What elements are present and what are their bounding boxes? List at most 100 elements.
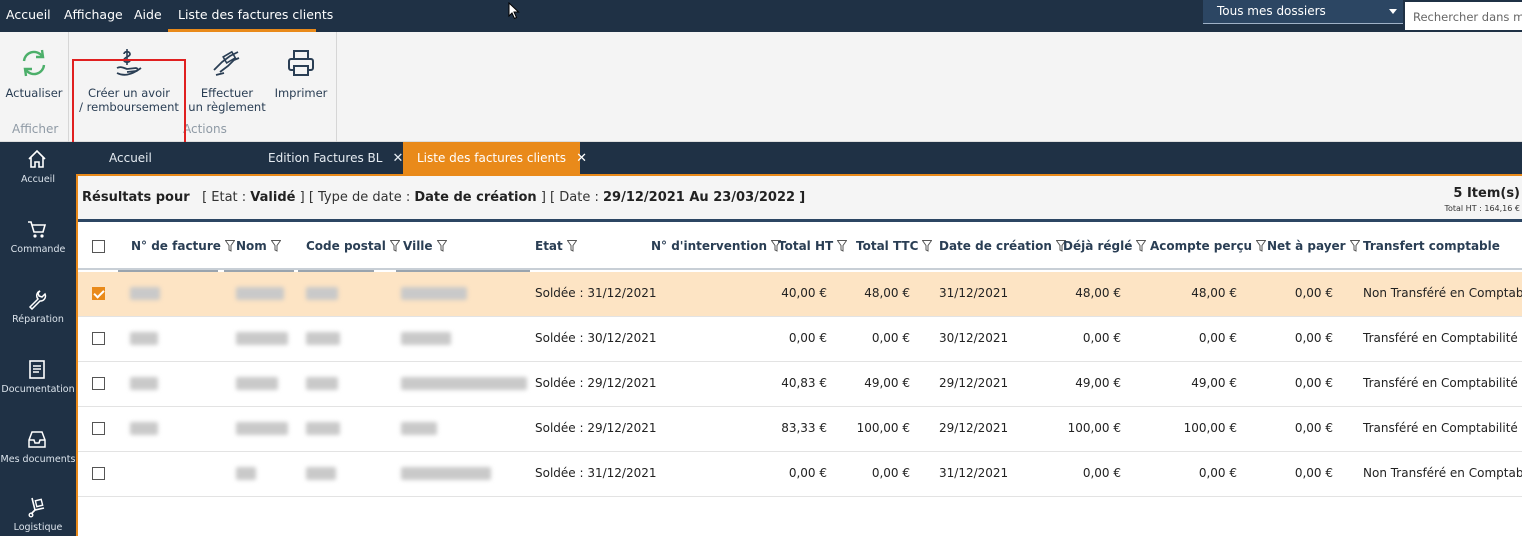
table-row[interactable]: Soldée : 29/12/2021 83,33 € 100,00 € 29/12/… [78, 407, 1522, 452]
total-ht-cell: 0,00 € [788, 466, 827, 480]
table-row[interactable]: Soldée : 31/12/2021 40,00 € 48,00 € 31/12/2… [78, 272, 1522, 317]
refresh-icon [22, 49, 46, 77]
net-a-payer-cell: 0,00 € [1294, 466, 1333, 480]
redacted-value [236, 422, 288, 435]
hand-truck-icon [28, 497, 45, 518]
row-checkbox[interactable] [92, 332, 105, 345]
imprimer-button[interactable]: Imprimer [270, 32, 332, 118]
table-header: N° de facture Nom Code postal Ville Etat N° d… [78, 224, 1522, 270]
etat-value: Validé [250, 190, 296, 205]
row-checkbox[interactable] [92, 467, 105, 480]
filter-icon[interactable] [436, 240, 448, 255]
dossier-select[interactable]: Tous mes dossiers [1203, 0, 1403, 24]
transfert-cell: Transféré en Comptabilité : 30/ [1363, 421, 1522, 435]
filter-icon[interactable] [1255, 240, 1267, 255]
column-header[interactable]: N° de facture [131, 239, 236, 255]
filter-icon[interactable] [921, 240, 933, 255]
type-label: ] [ Type de date : [299, 190, 411, 205]
column-header-label: Code postal [306, 239, 386, 253]
date-cell: 30/12/2021 [939, 331, 1009, 345]
deja-regle-cell: 48,00 € [1075, 286, 1121, 300]
total-ht-cell: 83,33 € [781, 421, 827, 435]
column-header[interactable]: Déjà réglé [1063, 239, 1147, 255]
acompte-cell: 0,00 € [1198, 466, 1237, 480]
close-icon[interactable]: ✕ [392, 143, 403, 175]
tab-accueil[interactable]: Accueil [109, 142, 152, 174]
column-header-label: Total HT [778, 239, 834, 253]
tab-liste-factures[interactable]: Liste des factures clients ✕ [403, 142, 587, 174]
redacted-value [401, 332, 451, 345]
row-checkbox[interactable] [92, 287, 105, 300]
ribbon-toolbar: Actualiser Créer un avoir / remboursemen… [0, 32, 1522, 160]
column-header-label: Ville [403, 239, 433, 253]
close-icon[interactable]: ✕ [576, 143, 587, 175]
content-panel: Résultats pour [ Etat : Validé ] [ Type … [76, 174, 1522, 536]
menu-accueil[interactable]: Accueil [6, 0, 51, 32]
column-header[interactable]: Etat [535, 239, 578, 255]
total-ht-cell: 40,00 € [781, 286, 827, 300]
table-row[interactable]: Soldée : 30/12/2021 0,00 € 0,00 € 30/12/202… [78, 317, 1522, 362]
date-cell: 29/12/2021 [939, 421, 1009, 435]
filter-icon[interactable] [1349, 240, 1361, 255]
column-divider [396, 270, 530, 272]
effectuer-reglement-button[interactable]: Effectuer un règlement [188, 32, 266, 118]
column-header[interactable]: Total TTC [856, 239, 933, 255]
filter-icon[interactable] [389, 240, 401, 255]
tab-edition-factures[interactable]: Edition Factures BL ✕ [268, 142, 403, 174]
menu-liste-factures[interactable]: Liste des factures clients [168, 0, 333, 32]
column-header-label: Transfert comptable [1363, 239, 1500, 253]
transfert-cell: Non Transféré en Comptabilité [1363, 286, 1522, 300]
column-header[interactable]: Net à payer [1267, 239, 1361, 255]
column-header[interactable]: Date de création [939, 239, 1067, 255]
column-header[interactable]: Code postal [306, 239, 401, 255]
select-all-checkbox[interactable] [92, 240, 105, 253]
total-ht-cell: 40,83 € [781, 376, 827, 390]
deja-regle-cell: 100,00 € [1067, 421, 1121, 435]
group-label-afficher: Afficher [12, 122, 59, 136]
redacted-value [236, 332, 288, 345]
filter-icon[interactable] [270, 240, 282, 255]
menu-aide[interactable]: Aide [134, 0, 162, 32]
etat-cell: Soldée : 31/12/2021 [535, 466, 657, 480]
sidebar-item-accueil[interactable]: Accueil [0, 148, 76, 198]
menu-affichage[interactable]: Affichage [64, 0, 123, 32]
sidebar-item-mes-documents[interactable]: Mes documents [0, 428, 76, 478]
column-header[interactable]: Transfert comptable [1363, 239, 1500, 253]
ribbon-separator [68, 32, 69, 142]
net-a-payer-cell: 0,00 € [1294, 421, 1333, 435]
actualiser-button[interactable]: Actualiser [0, 32, 68, 118]
column-header[interactable]: Acompte perçu [1150, 239, 1267, 255]
filter-icon[interactable] [224, 240, 236, 255]
filter-icon[interactable] [836, 240, 848, 255]
home-icon [28, 149, 46, 168]
filter-icon[interactable] [1135, 240, 1147, 255]
tab-label: Accueil [109, 151, 152, 165]
column-header[interactable]: N° d'intervention [651, 239, 782, 255]
row-checkbox[interactable] [92, 377, 105, 390]
column-header-label: Total TTC [856, 239, 919, 253]
table-row[interactable]: Soldée : 31/12/2021 0,00 € 0,00 € 31/12/202… [78, 452, 1522, 497]
printer-icon [288, 50, 314, 76]
row-checkbox[interactable] [92, 422, 105, 435]
total-ttc-cell: 48,00 € [864, 286, 910, 300]
column-header[interactable]: Ville [403, 239, 448, 255]
table-row[interactable]: Soldée : 29/12/2021 40,83 € 49,00 € 29/12/2… [78, 362, 1522, 407]
tab-label: Liste des factures clients [417, 151, 567, 165]
filter-icon[interactable] [566, 240, 578, 255]
date-label: ] [ Date : [540, 190, 599, 205]
sidebar-item-logistique[interactable]: Logistique [0, 496, 76, 536]
redacted-value [306, 422, 340, 435]
column-header[interactable]: Nom [236, 239, 282, 255]
ribbon-separator [336, 32, 337, 142]
redacted-value [306, 467, 336, 480]
search-input[interactable]: Rechercher dans me [1405, 2, 1522, 30]
mouse-cursor-icon [508, 2, 520, 20]
type-value: Date de création [414, 190, 537, 205]
sidebar-item-documentation[interactable]: Documentation [0, 358, 76, 408]
column-header[interactable]: Total HT [778, 239, 848, 255]
sidebar-item-reparation[interactable]: Réparation [0, 288, 76, 338]
column-header-label: N° de facture [131, 239, 221, 253]
redacted-value [401, 377, 527, 390]
deja-regle-cell: 0,00 € [1082, 466, 1121, 480]
sidebar-item-commande[interactable]: Commande [0, 218, 76, 268]
